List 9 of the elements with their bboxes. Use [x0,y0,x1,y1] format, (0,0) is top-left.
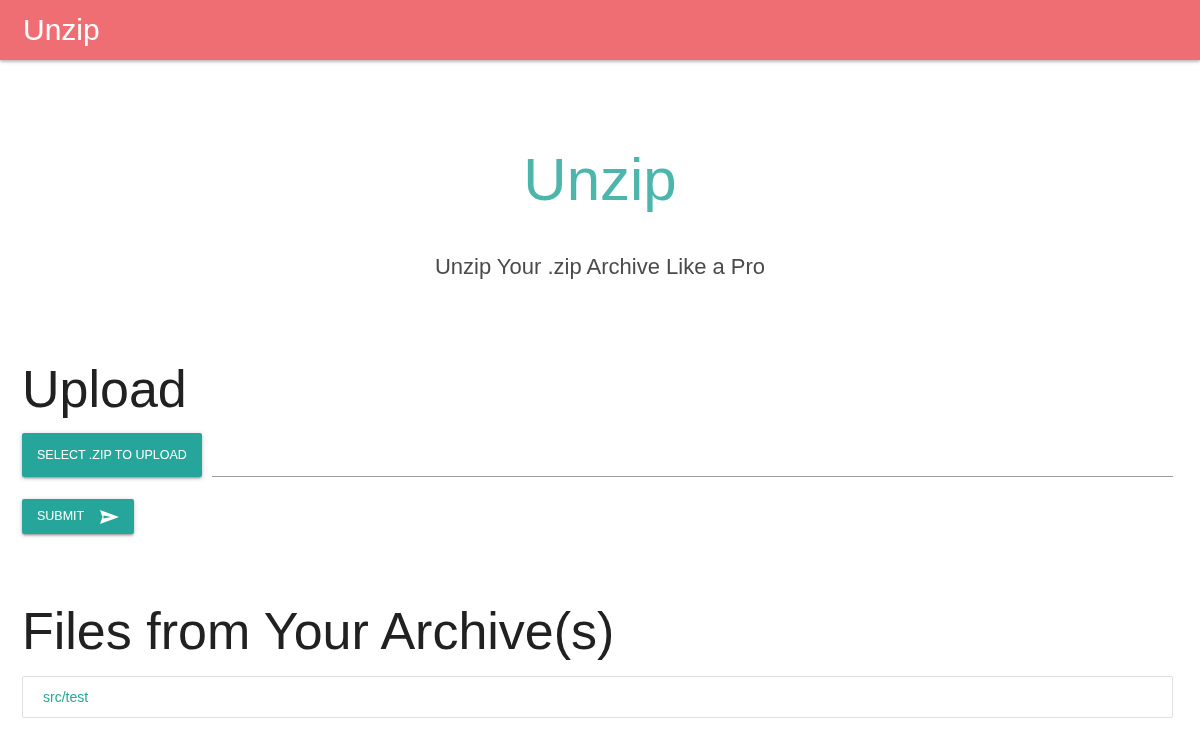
hero-subtitle: Unzip Your .zip Archive Like a Pro [433,253,767,281]
file-link[interactable]: src/test [23,677,1172,717]
files-heading: Files from Your Archive(s) [22,603,616,660]
app-title[interactable]: Unzip [23,0,100,60]
select-file-button[interactable]: SELECT .ZIP TO UPLOAD [22,433,202,477]
hero-title: Unzip [522,147,678,213]
upload-heading: Upload [22,361,188,418]
send-icon [100,509,120,524]
submit-button[interactable]: SUBMIT [22,499,135,534]
